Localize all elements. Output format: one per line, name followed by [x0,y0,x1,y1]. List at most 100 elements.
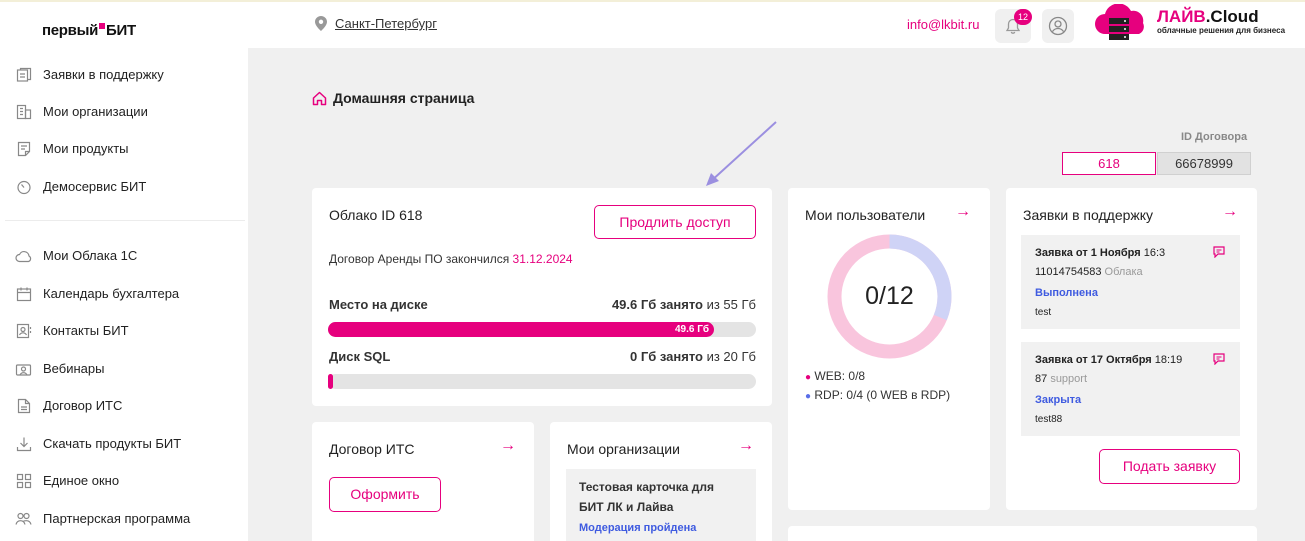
sql-progress-fill [328,374,333,389]
sidebar-item-support-tickets[interactable]: Заявки в поддержку [15,66,164,83]
comment-icon[interactable] [1213,353,1225,365]
ticket-status: Выполнена [1035,287,1098,299]
sidebar-item-label: Единое окно [43,473,120,488]
sidebar-item-download-products[interactable]: Скачать продукты БИТ [15,435,181,452]
users-arrow-right-icon[interactable]: → [955,203,971,221]
ticket-title: Заявка от 1 Ноября 16:3 [1035,247,1165,259]
sidebar-item-label: Календарь бухгалтера [43,286,180,301]
web-stat: ● WEB: 0/8 [805,369,865,383]
notifications-badge: 12 [1014,9,1032,25]
sql-total: из 20 Гб [706,349,756,364]
its-arrow-right-icon[interactable]: → [500,437,516,455]
ticket-description: test [1035,307,1052,318]
org-name-line1: Тестовая карточка для [579,480,715,494]
grid-icon [15,472,32,489]
sql-progress-bar [328,374,756,389]
building-icon [15,103,32,120]
support-arrow-right-icon[interactable]: → [1222,203,1238,221]
disk-used: 49.6 Гб занято [611,297,703,312]
sidebar-item-products[interactable]: Мои продукты [15,140,129,157]
annotation-arrow [706,121,777,186]
sidebar-item-organizations[interactable]: Мои организации [15,103,148,120]
users-card-title: Мои пользователи [805,207,926,223]
sidebar-item-label: Контакты БИТ [43,323,129,338]
logo-mark [99,23,106,29]
ticket-card[interactable]: Заявка от 17 Октября 18:19 87 support За… [1021,342,1240,436]
rdp-stat: ● RDP: 0/4 (0 WEB в RDP) [805,388,950,402]
extend-access-button[interactable]: Продлить доступ [594,205,756,239]
contract-id-label: ID Договора [1181,131,1248,143]
ticket-number: 87 [1035,373,1048,385]
location-pin-icon [315,16,327,31]
lease-status: Договор Аренды ПО закончился 31.12.2024 [329,252,573,266]
its-card-title: Договор ИТС [329,441,415,457]
ticket-time: 16:3 [1143,247,1166,259]
breadcrumb: Домашняя страница [312,90,474,106]
sidebar-item-webinars[interactable]: Вебинары [15,360,104,377]
ticket-time: 18:19 [1154,354,1183,366]
sidebar-item-clouds-1c[interactable]: Мои Облака 1С [15,247,137,264]
submit-ticket-button[interactable]: Подать заявку [1099,449,1240,484]
live-cloud-brand[interactable]: ЛАЙВ.Cloud облачные решения для бизнеса [1157,8,1286,36]
city-selector[interactable]: Санкт-Петербург [315,16,437,31]
cloud-card-title: Облако ID 618 [329,207,423,223]
ticket-card[interactable]: Заявка от 1 Ноября 16:3 11014754583 Обла… [1021,235,1240,329]
brand-name: ЛАЙВ.Cloud [1157,8,1285,26]
disk-progress-bar: 49.6 Гб [328,322,756,337]
sidebar-item-label: Вебинары [43,361,105,376]
ticket-meta: 11014754583 Облака [1035,266,1143,278]
sidebar-item-single-window[interactable]: Единое окно [15,472,119,489]
its-register-button[interactable]: Оформить [329,477,441,512]
ticket-description: test88 [1035,414,1063,425]
products-icon [15,140,32,157]
sidebar-item-label: Договор ИТС [43,398,123,413]
download-icon [15,435,32,452]
sidebar-item-its-contract[interactable]: Договор ИТС [15,397,122,414]
comment-icon[interactable] [1213,246,1225,258]
timer-icon [15,178,32,195]
sidebar-item-label: Мои продукты [43,141,129,156]
brand-name-b: .Cloud [1205,7,1259,26]
contact-email[interactable]: info@lkbit.ru [907,17,979,32]
company-logo[interactable]: первый БИТ [42,22,136,39]
sidebar-item-contacts[interactable]: Контакты БИТ [15,322,129,339]
bottom-card [788,526,1257,541]
orgs-arrow-right-icon[interactable]: → [738,437,754,455]
contract-id-value[interactable]: 618 [1062,152,1156,175]
lease-text: Договор Аренды ПО закончился [329,252,510,266]
sidebar-item-label: Заявки в поддержку [43,67,164,82]
sidebar-item-demoservice[interactable]: Демосервис БИТ [15,178,146,195]
contacts-icon [15,322,32,339]
ticket-title-text: Заявка от 1 Ноября [1035,247,1141,259]
support-card-title: Заявки в поддержку [1023,207,1154,223]
sql-disk-label: Диск SQL [329,349,391,364]
disk-usage: 49.6 Гб занято из 55 Гб [612,297,756,312]
sql-used: 0 Гб занято [630,349,703,364]
partners-icon [15,510,32,527]
sidebar-divider [5,220,245,221]
sidebar-item-label: Мои Облака 1С [43,248,138,263]
sidebar-item-label: Мои организации [43,104,148,119]
lease-date: 31.12.2024 [512,252,573,266]
org-status: Модерация пройдена [579,522,697,534]
disk-label: Место на диске [329,297,428,312]
sql-disk-usage: 0 Гб занято из 20 Гб [630,349,756,364]
disk-total: из 55 Гб [706,297,756,312]
sidebar-item-label: Партнерская программа [43,511,191,526]
web-stat-text: WEB: 0/8 [814,369,866,383]
sidebar-item-label: Демосервис БИТ [43,179,147,194]
home-icon[interactable] [312,91,327,106]
web-dot: ● [805,372,812,383]
org-name-line2: БИТ ЛК и Лайва [579,500,674,514]
brand-tagline: облачные решения для бизнеса [1157,26,1286,35]
page-title: Домашняя страница [333,90,475,106]
users-count: 0/12 [865,282,914,310]
ticket-meta: 87 support [1035,373,1087,385]
cloud-icon [15,247,32,264]
sidebar-item-partner-program[interactable]: Партнерская программа [15,510,190,527]
logo-text-part2: БИТ [106,22,136,39]
profile-button[interactable] [1042,9,1074,43]
tickets-icon [15,66,32,83]
organization-item[interactable]: Тестовая карточка для БИТ ЛК и Лайва Мод… [566,469,756,541]
sidebar-item-calendar[interactable]: Календарь бухгалтера [15,285,179,302]
